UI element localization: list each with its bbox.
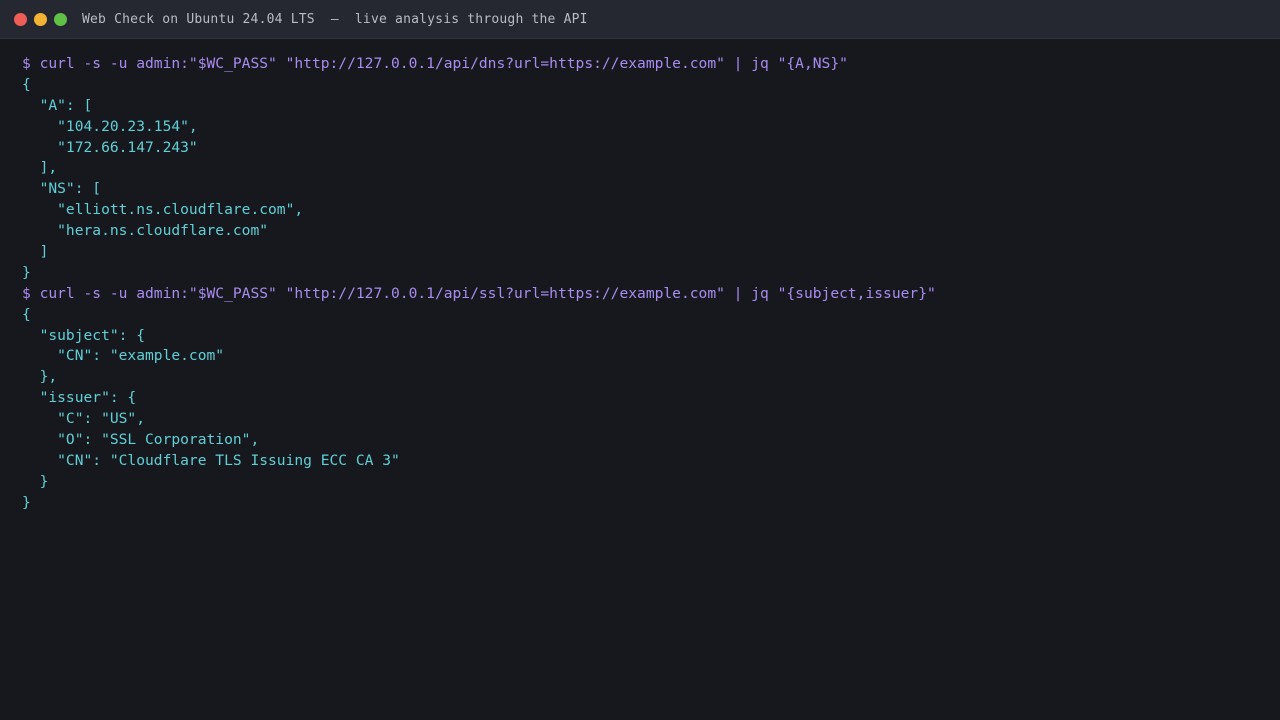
output-line: ] xyxy=(22,243,49,261)
output-line: "CN": "example.com" xyxy=(22,347,225,365)
command-line: $ curl -s -u admin:"$WC_PASS" "http://12… xyxy=(22,55,848,72)
output-line: "subject": { xyxy=(22,326,146,344)
output-line: } xyxy=(22,472,49,490)
title-bar: Web Check on Ubuntu 24.04 LTS – live ana… xyxy=(0,0,1280,39)
output-line: "O": "SSL Corporation", xyxy=(22,431,260,449)
output-line: "172.66.147.243" xyxy=(22,138,198,156)
maximize-button[interactable] xyxy=(54,12,67,26)
output-line: } xyxy=(22,263,31,281)
close-button[interactable] xyxy=(14,12,27,26)
terminal-output[interactable]: $ curl -s -u admin:"$WC_PASS" "http://12… xyxy=(22,54,1260,710)
output-line: }, xyxy=(22,368,58,386)
output-line: "C": "US", xyxy=(22,410,146,428)
output-line: "elliott.ns.cloudflare.com", xyxy=(22,201,304,219)
output-line: { xyxy=(22,305,31,323)
output-line: "NS": [ xyxy=(22,180,102,198)
window-title: Web Check on Ubuntu 24.04 LTS – live ana… xyxy=(82,11,588,27)
command-line: $ curl -s -u admin:"$WC_PASS" "http://12… xyxy=(22,284,936,302)
minimize-button[interactable] xyxy=(34,12,47,26)
output-line: "104.20.23.154", xyxy=(22,117,198,135)
output-line: "hera.ns.cloudflare.com" xyxy=(22,222,269,240)
output-line: { xyxy=(22,75,31,93)
output-line: } xyxy=(22,493,31,511)
output-line: "issuer": { xyxy=(22,389,137,407)
output-line: "CN": "Cloudflare TLS Issuing ECC CA 3" xyxy=(22,451,400,469)
terminal-window: Web Check on Ubuntu 24.04 LTS – live ana… xyxy=(0,0,1280,720)
output-line: ], xyxy=(22,159,58,177)
output-line: "A": [ xyxy=(22,96,93,114)
